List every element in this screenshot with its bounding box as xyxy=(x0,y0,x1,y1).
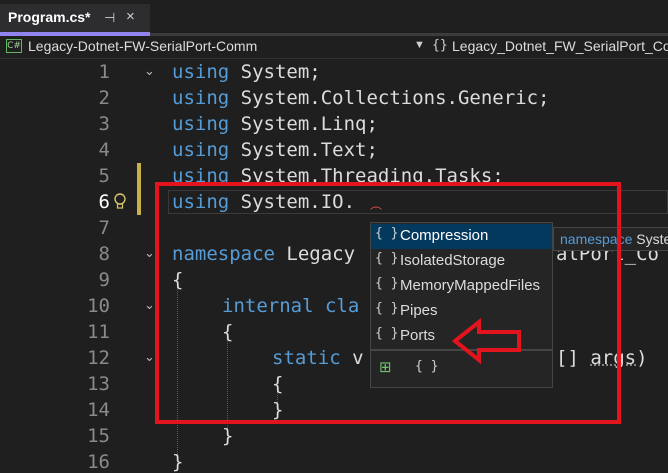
line-number: 11 xyxy=(87,321,110,343)
code-line: 3 using System.Linq; xyxy=(0,111,668,137)
annotation-arrow-icon xyxy=(451,318,521,364)
line-number: 16 xyxy=(87,451,110,473)
code-line: 4 using System.Text; xyxy=(0,137,668,163)
line-number: 6 xyxy=(98,191,110,213)
navigation-bar: C# Legacy-Dotnet-FW-SerialPort-Comm ▼ {}… xyxy=(0,36,668,59)
code-text: using System; xyxy=(172,61,321,83)
close-icon[interactable]: × xyxy=(126,8,135,25)
line-number: 2 xyxy=(98,87,110,109)
code-text: using System.Linq; xyxy=(172,113,378,135)
code-line: 2 using System.Collections.Generic; xyxy=(0,85,668,111)
csharp-project-icon: C# xyxy=(6,39,22,53)
collapse-icon[interactable]: ⌄ xyxy=(144,241,155,267)
chevron-down-icon[interactable]: ▼ xyxy=(414,39,425,51)
line-number: 3 xyxy=(98,113,110,135)
line-number: 14 xyxy=(87,399,110,421)
code-text: using System.Collections.Generic; xyxy=(172,87,550,109)
annotation-highlight-box xyxy=(155,182,621,424)
collapse-icon[interactable]: ⌄ xyxy=(144,293,155,319)
collapse-icon[interactable]: ⌄ xyxy=(144,345,155,371)
tab-strip: Program.cs* ⊣ × xyxy=(0,0,668,36)
code-line: 15 } xyxy=(0,423,668,449)
code-line: 16 } xyxy=(0,449,668,473)
tab-program-cs[interactable]: Program.cs* ⊣ × xyxy=(0,4,150,33)
line-number: 10 xyxy=(87,295,110,317)
line-number: 9 xyxy=(98,269,110,291)
project-dropdown[interactable]: C# Legacy-Dotnet-FW-SerialPort-Comm ▼ xyxy=(6,36,426,58)
line-number: 12 xyxy=(87,347,110,369)
code-text: } xyxy=(222,425,234,447)
pin-icon[interactable]: ⊣ xyxy=(104,10,115,26)
namespace-dropdown[interactable]: {} Legacy_Dotnet_FW_SerialPort_Comm xyxy=(432,36,668,58)
line-number: 13 xyxy=(87,373,110,395)
tab-title: Program.cs* xyxy=(8,9,91,25)
lightbulb-icon[interactable] xyxy=(113,193,127,211)
namespace-icon: {} xyxy=(432,38,448,53)
tooltip-name: System.IO.Compression xyxy=(636,231,668,247)
line-number: 1 xyxy=(98,61,110,83)
namespace-name: Legacy_Dotnet_FW_SerialPort_Comm xyxy=(452,38,668,54)
code-text: } xyxy=(172,451,184,473)
code-line: 1 ⌄ using System; xyxy=(0,59,668,85)
line-number: 15 xyxy=(87,425,110,447)
line-number: 5 xyxy=(98,165,110,187)
collapse-icon[interactable]: ⌄ xyxy=(144,59,155,85)
line-number: 4 xyxy=(98,139,110,161)
code-text: using System.Text; xyxy=(172,139,378,161)
line-number: 7 xyxy=(98,217,110,239)
project-name: Legacy-Dotnet-FW-SerialPort-Comm xyxy=(28,38,258,54)
line-number: 8 xyxy=(98,243,110,265)
